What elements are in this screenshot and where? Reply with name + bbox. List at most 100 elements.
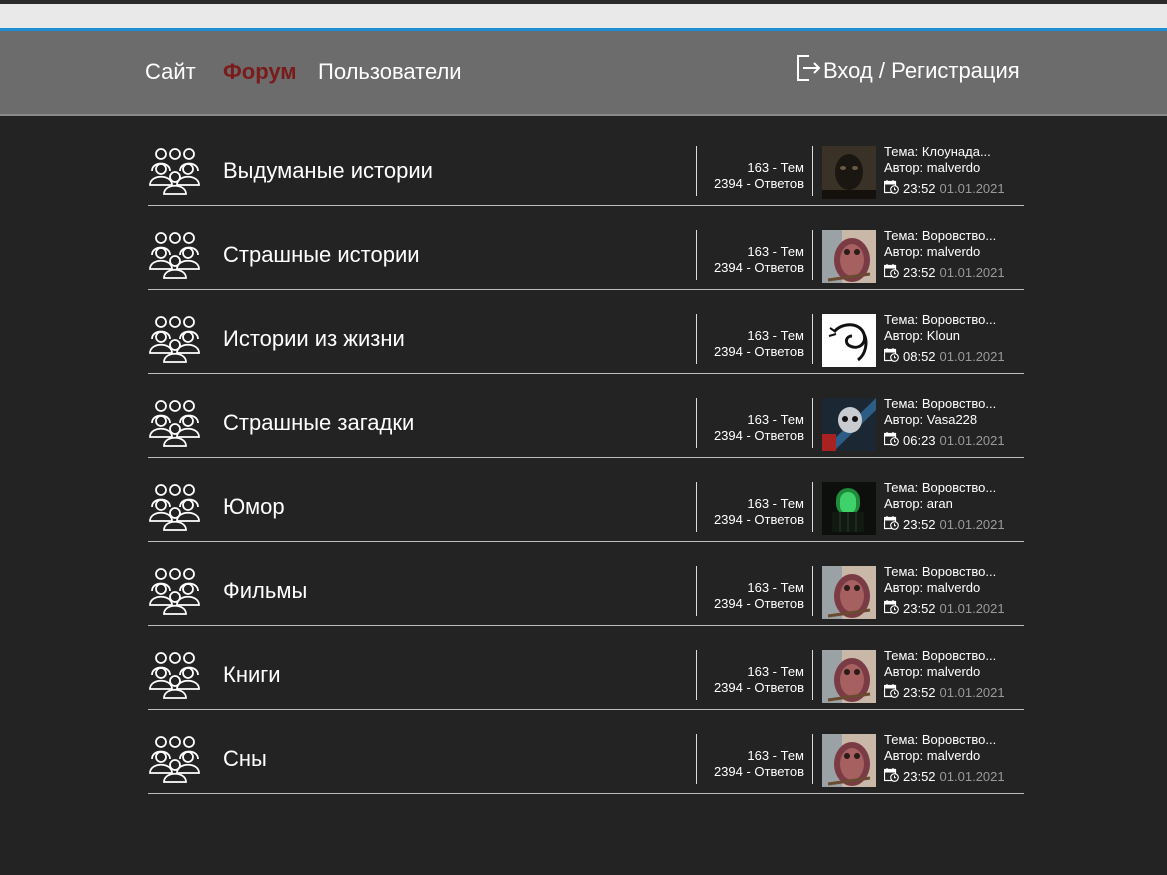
topics-count: 163 - Тем bbox=[747, 412, 804, 427]
last-post-time: 08:52 bbox=[903, 349, 936, 364]
last-topic[interactable]: Тема: Клоунада... bbox=[884, 144, 1005, 160]
forum-stats: 163 - Тем 2394 - Ответов bbox=[696, 314, 813, 364]
forum-title[interactable]: Истории из жизни bbox=[223, 327, 405, 351]
users-group-icon bbox=[148, 231, 202, 279]
last-post-meta: Тема: Воровство... Автор: Vasa228 06:23 … bbox=[883, 396, 1005, 450]
last-topic[interactable]: Тема: Воровство... bbox=[884, 396, 1005, 412]
last-post-avatar[interactable] bbox=[822, 734, 876, 787]
browser-toolbar bbox=[0, 0, 1167, 28]
forum-stats: 163 - Тем 2394 - Ответов bbox=[696, 566, 813, 616]
last-post-time: 23:52 bbox=[903, 265, 936, 280]
last-post-datetime: 23:52 01.01.2021 bbox=[883, 600, 1005, 618]
forum-row[interactable]: Сны 163 - Тем 2394 - Ответов Тема: Воров… bbox=[148, 710, 1024, 794]
last-post-date: 01.01.2021 bbox=[939, 181, 1005, 196]
forum-title[interactable]: Выдуманые истории bbox=[223, 159, 433, 183]
calendar-clock-icon bbox=[883, 180, 903, 198]
users-group-icon bbox=[148, 315, 202, 363]
forum-row[interactable]: Фильмы 163 - Тем 2394 - Ответов Тема: Во… bbox=[148, 542, 1024, 626]
last-post-meta: Тема: Воровство... Автор: malverdo 23:52… bbox=[883, 228, 1005, 282]
users-group-icon bbox=[148, 651, 202, 699]
last-post-avatar[interactable] bbox=[822, 314, 876, 367]
last-post-avatar[interactable] bbox=[822, 398, 876, 451]
forum-stats: 163 - Тем 2394 - Ответов bbox=[696, 230, 813, 280]
last-author[interactable]: Автор: Kloun bbox=[884, 328, 1005, 344]
forum-title[interactable]: Страшные загадки bbox=[223, 411, 414, 435]
forum-row[interactable]: Выдуманые истории 163 - Тем 2394 - Ответ… bbox=[148, 122, 1024, 206]
last-post-time: 23:52 bbox=[903, 601, 936, 616]
nav-link-forum[interactable]: Форум bbox=[223, 60, 297, 84]
last-post-date: 01.01.2021 bbox=[939, 265, 1005, 280]
last-post-meta: Тема: Воровство... Автор: aran 23:52 01.… bbox=[883, 480, 1005, 534]
topics-count: 163 - Тем bbox=[747, 664, 804, 679]
last-post-time: 23:52 bbox=[903, 769, 936, 784]
topics-count: 163 - Тем bbox=[747, 328, 804, 343]
last-author[interactable]: Автор: malverdo bbox=[884, 580, 1005, 596]
last-post-datetime: 23:52 01.01.2021 bbox=[883, 768, 1005, 786]
last-post-date: 01.01.2021 bbox=[939, 517, 1005, 532]
last-author[interactable]: Автор: malverdo bbox=[884, 664, 1005, 680]
forum-row[interactable]: Юмор 163 - Тем 2394 - Ответов Тема: Воро… bbox=[148, 458, 1024, 542]
users-group-icon bbox=[148, 147, 202, 195]
last-post-meta: Тема: Воровство... Автор: malverdo 23:52… bbox=[883, 564, 1005, 618]
forum-title[interactable]: Страшные истории bbox=[223, 243, 420, 267]
last-post-avatar[interactable] bbox=[822, 566, 876, 619]
calendar-clock-icon bbox=[883, 264, 903, 282]
last-author[interactable]: Автор: malverdo bbox=[884, 748, 1005, 764]
replies-count: 2394 - Ответов bbox=[713, 176, 804, 191]
forum-stats: 163 - Тем 2394 - Ответов bbox=[696, 734, 813, 784]
last-author[interactable]: Автор: aran bbox=[884, 496, 1005, 512]
topics-count: 163 - Тем bbox=[747, 244, 804, 259]
last-topic[interactable]: Тема: Воровство... bbox=[884, 228, 1005, 244]
last-topic[interactable]: Тема: Воровство... bbox=[884, 480, 1005, 496]
last-post-date: 01.01.2021 bbox=[939, 769, 1005, 784]
topics-count: 163 - Тем bbox=[747, 748, 804, 763]
last-topic[interactable]: Тема: Воровство... bbox=[884, 732, 1005, 748]
last-post-time: 06:23 bbox=[903, 433, 936, 448]
replies-count: 2394 - Ответов bbox=[713, 596, 804, 611]
forum-title[interactable]: Фильмы bbox=[223, 579, 307, 603]
last-topic[interactable]: Тема: Воровство... bbox=[884, 648, 1005, 664]
forum-row[interactable]: Истории из жизни 163 - Тем 2394 - Ответо… bbox=[148, 290, 1024, 374]
forum-row[interactable]: Страшные загадки 163 - Тем 2394 - Ответо… bbox=[148, 374, 1024, 458]
forum-row[interactable]: Книги 163 - Тем 2394 - Ответов Тема: Вор… bbox=[148, 626, 1024, 710]
last-post-time: 23:52 bbox=[903, 685, 936, 700]
top-navbar: Сайт Форум Пользователи Вход / Регистрац… bbox=[0, 31, 1167, 116]
replies-count: 2394 - Ответов bbox=[713, 344, 804, 359]
last-post-date: 01.01.2021 bbox=[939, 349, 1005, 364]
last-post-datetime: 23:52 01.01.2021 bbox=[883, 516, 1005, 534]
topics-count: 163 - Тем bbox=[747, 496, 804, 511]
last-post-avatar[interactable] bbox=[822, 482, 876, 535]
last-topic[interactable]: Тема: Воровство... bbox=[884, 564, 1005, 580]
topics-count: 163 - Тем bbox=[747, 580, 804, 595]
nav-link-users[interactable]: Пользователи bbox=[318, 60, 462, 84]
last-post-meta: Тема: Воровство... Автор: Kloun 08:52 01… bbox=[883, 312, 1005, 366]
login-register-link[interactable]: Вход / Регистрация bbox=[795, 55, 1020, 86]
last-post-datetime: 23:52 01.01.2021 bbox=[883, 180, 1005, 198]
users-group-icon bbox=[148, 567, 202, 615]
forum-title[interactable]: Сны bbox=[223, 747, 267, 771]
last-topic[interactable]: Тема: Воровство... bbox=[884, 312, 1005, 328]
last-post-avatar[interactable] bbox=[822, 230, 876, 283]
last-author[interactable]: Автор: Vasa228 bbox=[884, 412, 1005, 428]
last-author[interactable]: Автор: malverdo bbox=[884, 244, 1005, 260]
replies-count: 2394 - Ответов bbox=[713, 764, 804, 779]
forum-stats: 163 - Тем 2394 - Ответов bbox=[696, 482, 813, 532]
last-author[interactable]: Автор: malverdo bbox=[884, 160, 1005, 176]
forum-row[interactable]: Страшные истории 163 - Тем 2394 - Ответо… bbox=[148, 206, 1024, 290]
nav-link-site[interactable]: Сайт bbox=[145, 60, 196, 84]
forum-title[interactable]: Юмор bbox=[223, 495, 285, 519]
forum-list: Выдуманые истории 163 - Тем 2394 - Ответ… bbox=[148, 122, 1024, 794]
calendar-clock-icon bbox=[883, 432, 903, 450]
users-group-icon bbox=[148, 483, 202, 531]
calendar-clock-icon bbox=[883, 600, 903, 618]
last-post-time: 23:52 bbox=[903, 181, 936, 196]
forum-stats: 163 - Тем 2394 - Ответов bbox=[696, 650, 813, 700]
last-post-datetime: 23:52 01.01.2021 bbox=[883, 264, 1005, 282]
last-post-avatar[interactable] bbox=[822, 146, 876, 199]
last-post-datetime: 23:52 01.01.2021 bbox=[883, 684, 1005, 702]
forum-stats: 163 - Тем 2394 - Ответов bbox=[696, 146, 813, 196]
forum-title[interactable]: Книги bbox=[223, 663, 281, 687]
users-group-icon bbox=[148, 399, 202, 447]
calendar-clock-icon bbox=[883, 348, 903, 366]
last-post-avatar[interactable] bbox=[822, 650, 876, 703]
